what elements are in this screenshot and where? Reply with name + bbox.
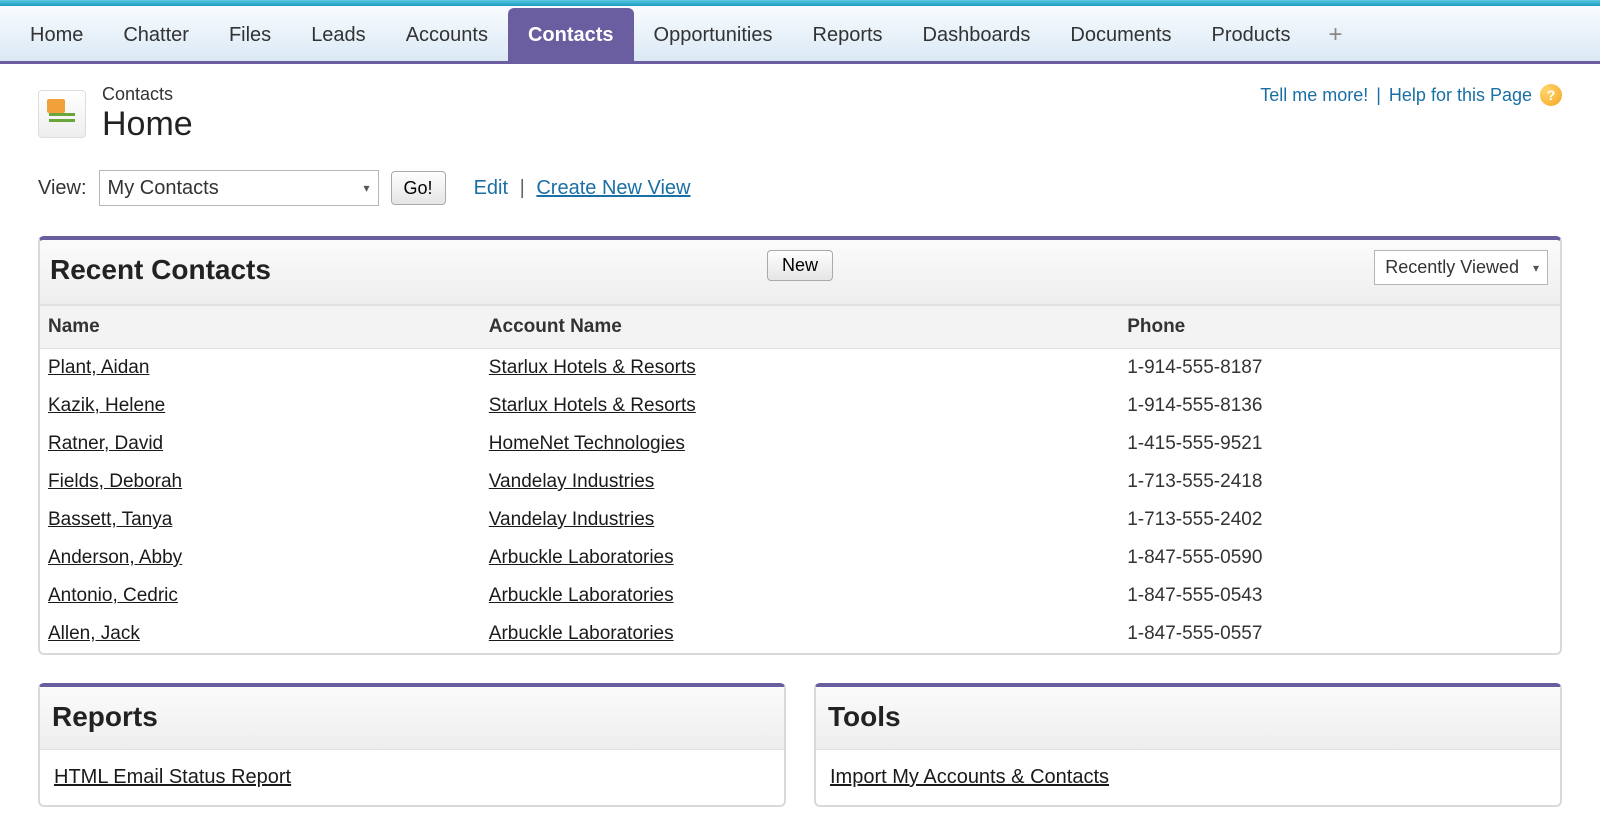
- tab-leads[interactable]: Leads: [291, 8, 386, 61]
- tab-opportunities[interactable]: Opportunities: [634, 8, 793, 61]
- nav-tabs: Home Chatter Files Leads Accounts Contac…: [0, 6, 1600, 64]
- view-separator: |: [520, 177, 525, 199]
- account-name-link[interactable]: Arbuckle Laboratories: [489, 547, 674, 568]
- column-header-phone[interactable]: Phone: [1119, 306, 1560, 349]
- recent-filter-select[interactable]: Recently Viewed: [1374, 250, 1548, 285]
- account-name-link[interactable]: Vandelay Industries: [489, 471, 654, 492]
- tab-chatter[interactable]: Chatter: [103, 8, 209, 61]
- table-row: Antonio, Cedric Arbuckle Laboratories 1-84…: [40, 577, 1560, 615]
- page-header: Contacts Home Tell me more! | Help for t…: [38, 84, 1562, 144]
- phone-cell: 1-847-555-0590: [1119, 539, 1560, 577]
- recent-filter-value: Recently Viewed: [1385, 257, 1519, 278]
- view-select-value: My Contacts: [108, 177, 219, 200]
- tab-documents[interactable]: Documents: [1050, 8, 1191, 61]
- recent-contacts-title: Recent Contacts: [50, 254, 271, 286]
- contact-name-link[interactable]: Allen, Jack: [48, 623, 140, 644]
- reports-panel: Reports HTML Email Status Report: [38, 683, 786, 807]
- tool-link-import[interactable]: Import My Accounts & Contacts: [830, 766, 1109, 788]
- table-row: Allen, Jack Arbuckle Laboratories 1-847-55…: [40, 615, 1560, 653]
- tools-title: Tools: [828, 701, 901, 732]
- header-separator: |: [1376, 85, 1381, 106]
- tab-dashboards[interactable]: Dashboards: [903, 8, 1051, 61]
- phone-cell: 1-415-555-9521: [1119, 425, 1560, 463]
- table-row: Anderson, Abby Arbuckle Laboratories 1-847…: [40, 539, 1560, 577]
- tab-accounts[interactable]: Accounts: [386, 8, 508, 61]
- contact-name-link[interactable]: Antonio, Cedric: [48, 585, 178, 606]
- contact-name-link[interactable]: Fields, Deborah: [48, 471, 182, 492]
- table-row: Bassett, Tanya Vandelay Industries 1-713-5…: [40, 501, 1560, 539]
- contact-name-link[interactable]: Ratner, David: [48, 433, 163, 454]
- recent-contacts-table: Name Account Name Phone Plant, Aidan Star…: [40, 305, 1560, 653]
- column-header-account[interactable]: Account Name: [481, 306, 1119, 349]
- recent-contacts-panel: Recent Contacts New Recently Viewed Name…: [38, 236, 1562, 655]
- account-name-link[interactable]: Starlux Hotels & Resorts: [489, 357, 696, 378]
- page-subtitle: Contacts: [102, 84, 193, 105]
- tab-contacts[interactable]: Contacts: [508, 8, 634, 61]
- phone-cell: 1-713-555-2402: [1119, 501, 1560, 539]
- column-header-name[interactable]: Name: [40, 306, 481, 349]
- help-icon[interactable]: ?: [1540, 84, 1562, 106]
- phone-cell: 1-847-555-0557: [1119, 615, 1560, 653]
- tab-add-button[interactable]: +: [1310, 9, 1360, 61]
- phone-cell: 1-713-555-2418: [1119, 463, 1560, 501]
- contacts-icon: [38, 90, 86, 138]
- tell-me-more-link[interactable]: Tell me more!: [1260, 85, 1368, 106]
- new-contact-button[interactable]: New: [767, 250, 833, 281]
- tools-panel: Tools Import My Accounts & Contacts: [814, 683, 1562, 807]
- tab-reports[interactable]: Reports: [793, 8, 903, 61]
- edit-view-link[interactable]: Edit: [474, 177, 508, 199]
- view-select[interactable]: My Contacts: [99, 170, 379, 206]
- reports-title: Reports: [52, 701, 158, 732]
- contact-name-link[interactable]: Anderson, Abby: [48, 547, 182, 568]
- account-name-link[interactable]: Arbuckle Laboratories: [489, 585, 674, 606]
- table-row: Ratner, David HomeNet Technologies 1-415-5…: [40, 425, 1560, 463]
- table-row: Fields, Deborah Vandelay Industries 1-713-…: [40, 463, 1560, 501]
- account-name-link[interactable]: Arbuckle Laboratories: [489, 623, 674, 644]
- report-link-html-email[interactable]: HTML Email Status Report: [54, 766, 291, 788]
- phone-cell: 1-914-555-8136: [1119, 387, 1560, 425]
- tab-files[interactable]: Files: [209, 8, 291, 61]
- help-for-page-link[interactable]: Help for this Page: [1389, 85, 1532, 106]
- account-name-link[interactable]: Starlux Hotels & Resorts: [489, 395, 696, 416]
- phone-cell: 1-914-555-8187: [1119, 349, 1560, 388]
- account-name-link[interactable]: HomeNet Technologies: [489, 433, 685, 454]
- view-row: View: My Contacts Go! Edit | Create New …: [38, 170, 1562, 206]
- page-title: Home: [102, 105, 193, 144]
- view-label: View:: [38, 177, 87, 200]
- account-name-link[interactable]: Vandelay Industries: [489, 509, 654, 530]
- tab-products[interactable]: Products: [1192, 8, 1311, 61]
- tab-home[interactable]: Home: [10, 8, 103, 61]
- contact-name-link[interactable]: Kazik, Helene: [48, 395, 165, 416]
- table-row: Kazik, Helene Starlux Hotels & Resorts 1-9…: [40, 387, 1560, 425]
- table-row: Plant, Aidan Starlux Hotels & Resorts 1-91…: [40, 349, 1560, 388]
- create-view-link[interactable]: Create New View: [536, 177, 690, 199]
- contact-name-link[interactable]: Plant, Aidan: [48, 357, 149, 378]
- contact-name-link[interactable]: Bassett, Tanya: [48, 509, 172, 530]
- go-button[interactable]: Go!: [391, 171, 446, 205]
- phone-cell: 1-847-555-0543: [1119, 577, 1560, 615]
